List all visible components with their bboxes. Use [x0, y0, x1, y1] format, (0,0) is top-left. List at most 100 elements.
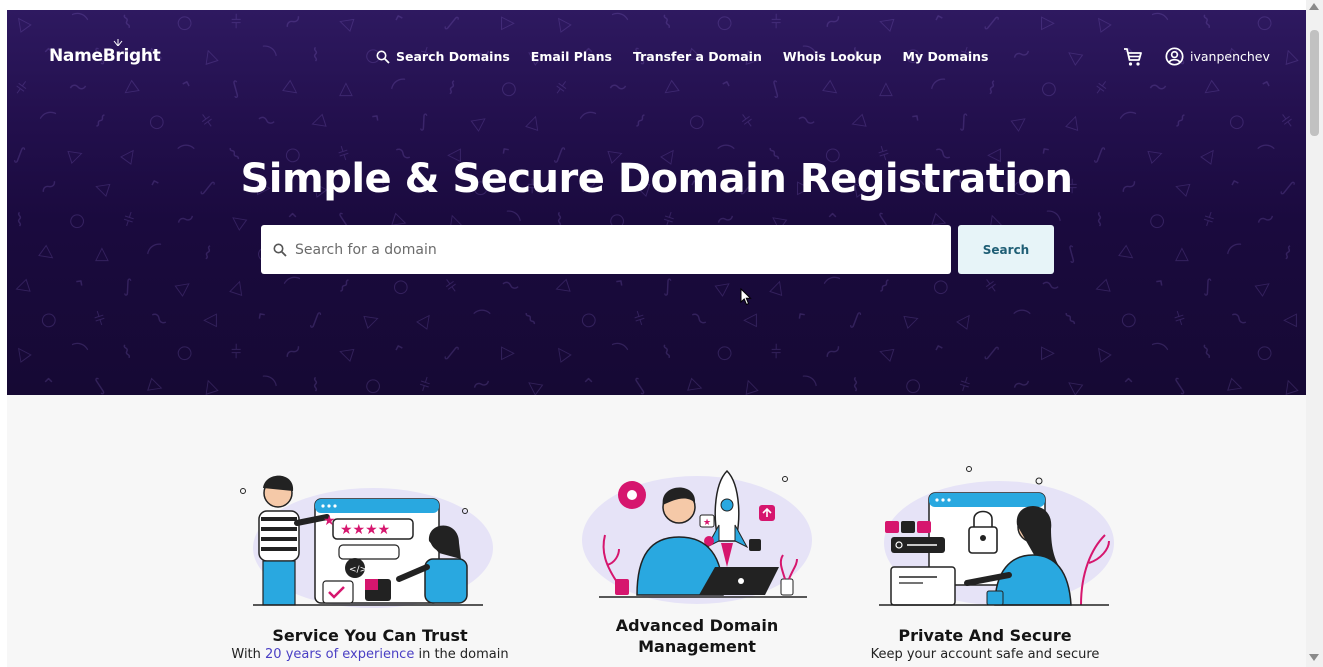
- pattern-glyph: ⌃: [251, 306, 277, 333]
- pattern-glyph: ⌒: [388, 74, 416, 103]
- pattern-glyph: ⫩: [550, 77, 571, 101]
- page: △ ⌒ ⌇ ○ ⫩ 〜 ◁ ⌃ ∫ ▷ △ ⌒ ⌇ ○ ⫩ 〜 ◁ ⌃ ∫ ▷ △ ⌒ ⌇ ○ ⌃ ∫ ▷ △ ⌒ ⌇ ○ ⫩ 〜 ◁ ⌃ ∫ ▷ △ ⌒ ⌇…: [0, 0, 1323, 667]
- pattern-glyph: ▷: [901, 307, 922, 332]
- pattern-glyph: ⌇: [1199, 341, 1215, 364]
- pattern-glyph: ⌒: [252, 371, 280, 395]
- nav-my-domains[interactable]: My Domains: [903, 49, 989, 64]
- pattern-glyph: ∫: [629, 374, 650, 395]
- svg-text:★★★★: ★★★★: [340, 522, 390, 538]
- pattern-glyph: 〜: [1254, 207, 1278, 234]
- pattern-glyph: 〜: [609, 78, 627, 99]
- pattern-glyph: ∫: [982, 11, 1002, 34]
- pattern-glyph: ○: [689, 111, 705, 132]
- pattern-glyph: ▷: [686, 373, 706, 395]
- pattern-glyph: ⌃: [360, 108, 386, 135]
- search-button[interactable]: Search: [958, 225, 1054, 274]
- pattern-glyph: ◁: [307, 109, 328, 134]
- pattern-glyph: △: [95, 243, 109, 264]
- pattern-glyph: ⌒: [822, 273, 846, 300]
- pattern-glyph: ∫: [982, 341, 1002, 364]
- pattern-glyph: ◁: [743, 309, 757, 330]
- pattern-glyph: ⌇: [1169, 110, 1190, 133]
- pattern-glyph: ⌒: [1146, 10, 1170, 36]
- svg-text:★: ★: [323, 513, 336, 529]
- pattern-glyph: 〜: [254, 108, 278, 135]
- pattern-glyph: ⌒: [66, 10, 90, 36]
- cart-icon[interactable]: [1123, 47, 1143, 67]
- pattern-glyph: ◁: [522, 373, 546, 395]
- pattern-glyph: △: [1089, 340, 1114, 366]
- features-section: ★★★★ </> ★ Service You Can Trust With 20…: [7, 395, 1306, 667]
- pattern-glyph: ▷: [711, 274, 736, 300]
- pattern-glyph: 〜: [470, 372, 494, 395]
- pattern-glyph: ⌃: [714, 76, 736, 101]
- experience-link[interactable]: 20 years of experience: [265, 647, 414, 662]
- nav-transfer-domain[interactable]: Transfer a Domain: [633, 49, 762, 64]
- pattern-glyph: ◁: [1197, 76, 1222, 102]
- pattern-glyph: ∫: [227, 77, 244, 100]
- pattern-glyph: △: [228, 274, 248, 299]
- domain-search-box[interactable]: [261, 225, 951, 274]
- pattern-glyph: ◁: [226, 208, 250, 234]
- pattern-glyph: ⌒: [1013, 309, 1031, 330]
- pattern-glyph: ⫩: [1277, 110, 1299, 134]
- pattern-glyph: △: [739, 373, 760, 395]
- pattern-glyph: ∫: [848, 308, 864, 331]
- feature-title: Private And Secure: [898, 626, 1072, 645]
- pattern-glyph: ◁: [657, 76, 682, 102]
- pattern-glyph: ▷: [1007, 109, 1032, 135]
- pattern-glyph: ∫: [308, 308, 324, 331]
- domain-search-input[interactable]: [295, 241, 935, 258]
- pattern-glyph: ∫: [442, 11, 462, 34]
- pattern-glyph: ◁: [117, 76, 142, 102]
- pattern-glyph: △: [954, 307, 978, 333]
- pattern-glyph: 〜: [820, 338, 848, 367]
- vertical-scrollbar[interactable]: [1306, 0, 1323, 667]
- pattern-glyph: ⌒: [38, 108, 62, 135]
- pattern-glyph: ○: [149, 111, 165, 132]
- pattern-glyph: ⌇: [851, 375, 860, 395]
- pattern-glyph: ⌇: [119, 341, 135, 364]
- pattern-glyph: ⌒: [1224, 239, 1252, 268]
- pattern-glyph: ⌇: [15, 210, 24, 231]
- pattern-glyph: ∫: [123, 276, 133, 297]
- nav-email-plans[interactable]: Email Plans: [531, 49, 612, 64]
- pattern-glyph: ▷: [361, 307, 382, 332]
- pattern-glyph: △: [1279, 373, 1300, 395]
- pattern-glyph: △: [9, 10, 34, 36]
- pattern-glyph: ○: [712, 10, 738, 36]
- pattern-glyph: ⌇: [333, 275, 354, 298]
- pattern-glyph: ○: [712, 339, 738, 366]
- pattern-glyph: 〜: [280, 10, 308, 37]
- pattern-glyph: ⌃: [389, 340, 411, 365]
- pattern-glyph: ▷: [501, 12, 515, 33]
- pattern-glyph: 〜: [1224, 305, 1252, 334]
- pattern-glyph: ▷: [1116, 241, 1140, 267]
- nav-whois-lookup[interactable]: Whois Lookup: [783, 49, 882, 64]
- scroll-thumb[interactable]: [1310, 30, 1319, 136]
- pattern-glyph: ∫: [663, 276, 673, 297]
- nav-label: Whois Lookup: [782, 49, 882, 64]
- pattern-glyph: ∫: [767, 77, 784, 100]
- pattern-glyph: ⌇: [200, 242, 215, 265]
- pattern-glyph: ⌇: [119, 11, 135, 34]
- logo[interactable]: NameBright: [49, 39, 161, 66]
- scroll-down-arrow-icon[interactable]: [1309, 654, 1319, 661]
- pattern-glyph: ⌇: [89, 110, 110, 133]
- pattern-glyph: ⌃: [41, 375, 57, 395]
- hero-section: △ ⌒ ⌇ ○ ⫩ 〜 ◁ ⌃ ∫ ▷ △ ⌒ ⌇ ○ ⫩ 〜 ◁ ⌃ ∫ ▷ △ ⌒ ⌇ ○ ⌃ ∫ ▷ △ ⌒ ⌇ ○ ⫩ 〜 ◁ ⌃ ∫ ▷ △ ⌒ ⌇…: [7, 10, 1306, 395]
- pattern-glyph: ◁: [1062, 373, 1086, 395]
- pattern-glyph: ○: [1037, 76, 1060, 101]
- nav-search-domains[interactable]: Search Domains: [376, 49, 510, 64]
- pattern-glyph: ⌒: [606, 10, 630, 36]
- account-menu[interactable]: ivanpenchev: [1165, 47, 1270, 66]
- user-icon: [1165, 47, 1184, 66]
- pattern-glyph: ⫩: [10, 77, 31, 101]
- privacy-illustration: [879, 466, 1114, 606]
- pattern-glyph: ▷: [146, 373, 166, 395]
- scroll-up-arrow-icon[interactable]: [1309, 3, 1319, 10]
- pattern-glyph: ○: [933, 276, 949, 297]
- pattern-glyph: ⫩: [91, 307, 109, 332]
- pattern-glyph: ⌃: [929, 10, 951, 35]
- pattern-glyph: ○: [1252, 339, 1278, 366]
